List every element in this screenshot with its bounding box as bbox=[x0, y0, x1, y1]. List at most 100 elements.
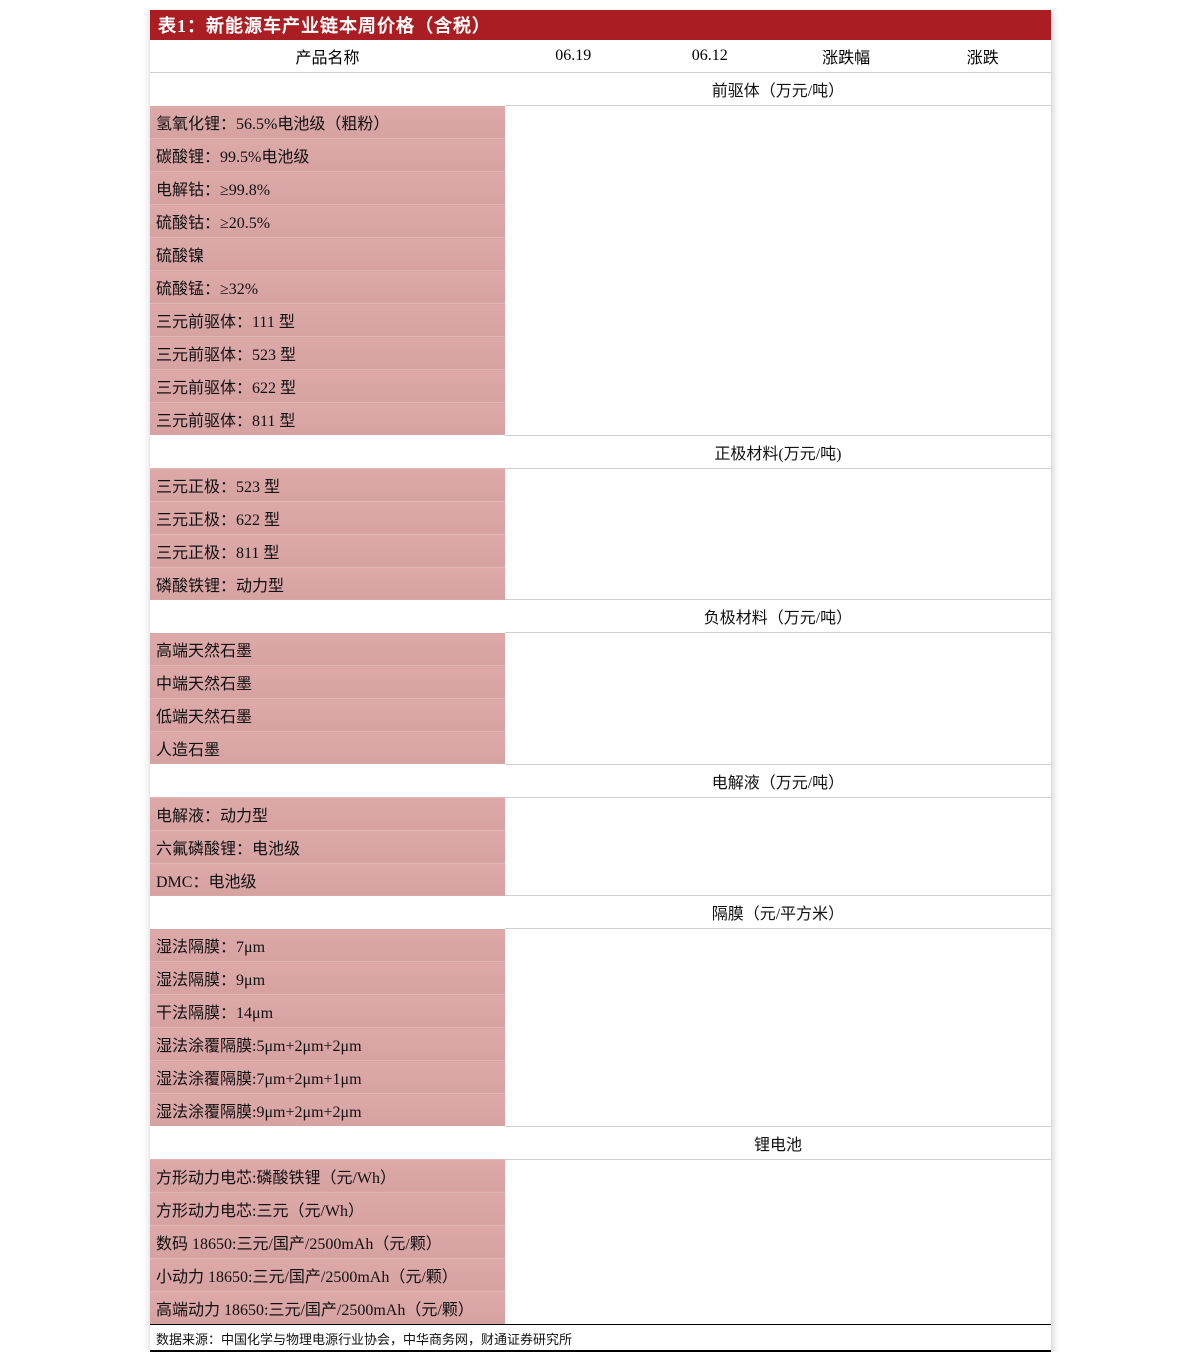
table-row: 湿法隔膜：9μm bbox=[150, 962, 1051, 995]
product-name-cell: 湿法隔膜：9μm bbox=[150, 962, 505, 995]
table-row: 中端天然石墨 bbox=[150, 666, 1051, 699]
product-name-cell: 三元前驱体：622 型 bbox=[150, 370, 505, 403]
value-cell bbox=[505, 797, 642, 830]
value-cell bbox=[778, 1192, 915, 1225]
value-cell bbox=[914, 1291, 1051, 1324]
value-cell bbox=[778, 172, 915, 205]
value-cell bbox=[641, 1225, 778, 1258]
value-cell bbox=[641, 1094, 778, 1127]
product-name-cell: 三元前驱体：111 型 bbox=[150, 304, 505, 337]
value-cell bbox=[914, 1159, 1051, 1192]
product-name-cell: 高端天然石墨 bbox=[150, 633, 505, 666]
table-row: 电解钴：≥99.8% bbox=[150, 172, 1051, 205]
value-cell bbox=[778, 797, 915, 830]
value-cell bbox=[641, 929, 778, 962]
value-cell bbox=[641, 370, 778, 403]
product-name-cell: 低端天然石墨 bbox=[150, 699, 505, 732]
value-cell bbox=[505, 962, 642, 995]
table-row: 湿法涂覆隔膜:7μm+2μm+1μm bbox=[150, 1061, 1051, 1094]
value-cell bbox=[641, 534, 778, 567]
value-cell bbox=[914, 1094, 1051, 1127]
section-header: 锂电池 bbox=[505, 1126, 1051, 1159]
product-name-cell: 高端动力 18650:三元/国产/2500mAh（元/颗） bbox=[150, 1291, 505, 1324]
table-row: 磷酸铁锂：动力型 bbox=[150, 567, 1051, 600]
table-row: 三元前驱体：622 型 bbox=[150, 370, 1051, 403]
value-cell bbox=[778, 501, 915, 534]
value-cell bbox=[778, 1225, 915, 1258]
value-cell bbox=[505, 304, 642, 337]
product-name-cell: 方形动力电芯:磷酸铁锂（元/Wh） bbox=[150, 1159, 505, 1192]
product-name-cell: 六氟磷酸锂：电池级 bbox=[150, 830, 505, 863]
value-cell bbox=[505, 699, 642, 732]
value-cell bbox=[641, 468, 778, 501]
section-spacer bbox=[150, 435, 505, 468]
value-cell bbox=[641, 106, 778, 139]
product-name-cell: DMC：电池级 bbox=[150, 863, 505, 896]
value-cell bbox=[778, 830, 915, 863]
table-row: 湿法涂覆隔膜:9μm+2μm+2μm bbox=[150, 1094, 1051, 1127]
table-row: 人造石墨 bbox=[150, 732, 1051, 765]
value-cell bbox=[641, 797, 778, 830]
value-cell bbox=[914, 304, 1051, 337]
value-cell bbox=[778, 1291, 915, 1324]
product-name-cell: 人造石墨 bbox=[150, 732, 505, 765]
value-cell bbox=[641, 1061, 778, 1094]
value-cell bbox=[914, 830, 1051, 863]
value-cell bbox=[778, 1094, 915, 1127]
product-name-cell: 三元正极：523 型 bbox=[150, 468, 505, 501]
value-cell bbox=[505, 468, 642, 501]
table-title: 表1：新能源车产业链本周价格（含税） bbox=[150, 10, 1051, 40]
value-cell bbox=[914, 929, 1051, 962]
col-date-2: 06.12 bbox=[641, 40, 778, 73]
section-spacer bbox=[150, 764, 505, 797]
value-cell bbox=[778, 666, 915, 699]
table-row: 三元前驱体：523 型 bbox=[150, 337, 1051, 370]
product-name-cell: 硫酸锰：≥32% bbox=[150, 271, 505, 304]
value-cell bbox=[778, 304, 915, 337]
value-cell bbox=[914, 567, 1051, 600]
value-cell bbox=[914, 699, 1051, 732]
value-cell bbox=[505, 337, 642, 370]
product-name-cell: 干法隔膜：14μm bbox=[150, 995, 505, 1028]
value-cell bbox=[505, 1291, 642, 1324]
value-cell bbox=[641, 1192, 778, 1225]
section-spacer bbox=[150, 600, 505, 633]
value-cell bbox=[914, 205, 1051, 238]
product-name-cell: 方形动力电芯:三元（元/Wh） bbox=[150, 1192, 505, 1225]
value-cell bbox=[778, 633, 915, 666]
value-cell bbox=[505, 633, 642, 666]
table-row: 数码 18650:三元/国产/2500mAh（元/颗） bbox=[150, 1225, 1051, 1258]
value-cell bbox=[505, 1258, 642, 1291]
value-cell bbox=[914, 1028, 1051, 1061]
value-cell bbox=[914, 139, 1051, 172]
table-row: 三元前驱体：811 型 bbox=[150, 403, 1051, 436]
value-cell bbox=[914, 995, 1051, 1028]
table-row: 三元正极：622 型 bbox=[150, 501, 1051, 534]
value-cell bbox=[641, 172, 778, 205]
value-cell bbox=[505, 567, 642, 600]
product-name-cell: 三元前驱体：523 型 bbox=[150, 337, 505, 370]
table-row: 小动力 18650:三元/国产/2500mAh（元/颗） bbox=[150, 1258, 1051, 1291]
value-cell bbox=[505, 830, 642, 863]
product-name-cell: 硫酸钴：≥20.5% bbox=[150, 205, 505, 238]
value-cell bbox=[641, 1159, 778, 1192]
value-cell bbox=[505, 1028, 642, 1061]
value-cell bbox=[778, 139, 915, 172]
value-cell bbox=[914, 172, 1051, 205]
value-cell bbox=[778, 1028, 915, 1061]
table-row: 三元正极：811 型 bbox=[150, 534, 1051, 567]
table-row: 方形动力电芯:三元（元/Wh） bbox=[150, 1192, 1051, 1225]
value-cell bbox=[505, 238, 642, 271]
value-cell bbox=[641, 699, 778, 732]
value-cell bbox=[641, 205, 778, 238]
value-cell bbox=[778, 1159, 915, 1192]
value-cell bbox=[505, 271, 642, 304]
table-row: 硫酸镍 bbox=[150, 238, 1051, 271]
value-cell bbox=[778, 403, 915, 436]
value-cell bbox=[505, 139, 642, 172]
data-source-footer: 数据来源：中国化学与物理电源行业协会，中华商务网，财通证券研究所 bbox=[150, 1324, 1051, 1350]
value-cell bbox=[505, 205, 642, 238]
value-cell bbox=[641, 139, 778, 172]
value-cell bbox=[914, 962, 1051, 995]
value-cell bbox=[505, 995, 642, 1028]
